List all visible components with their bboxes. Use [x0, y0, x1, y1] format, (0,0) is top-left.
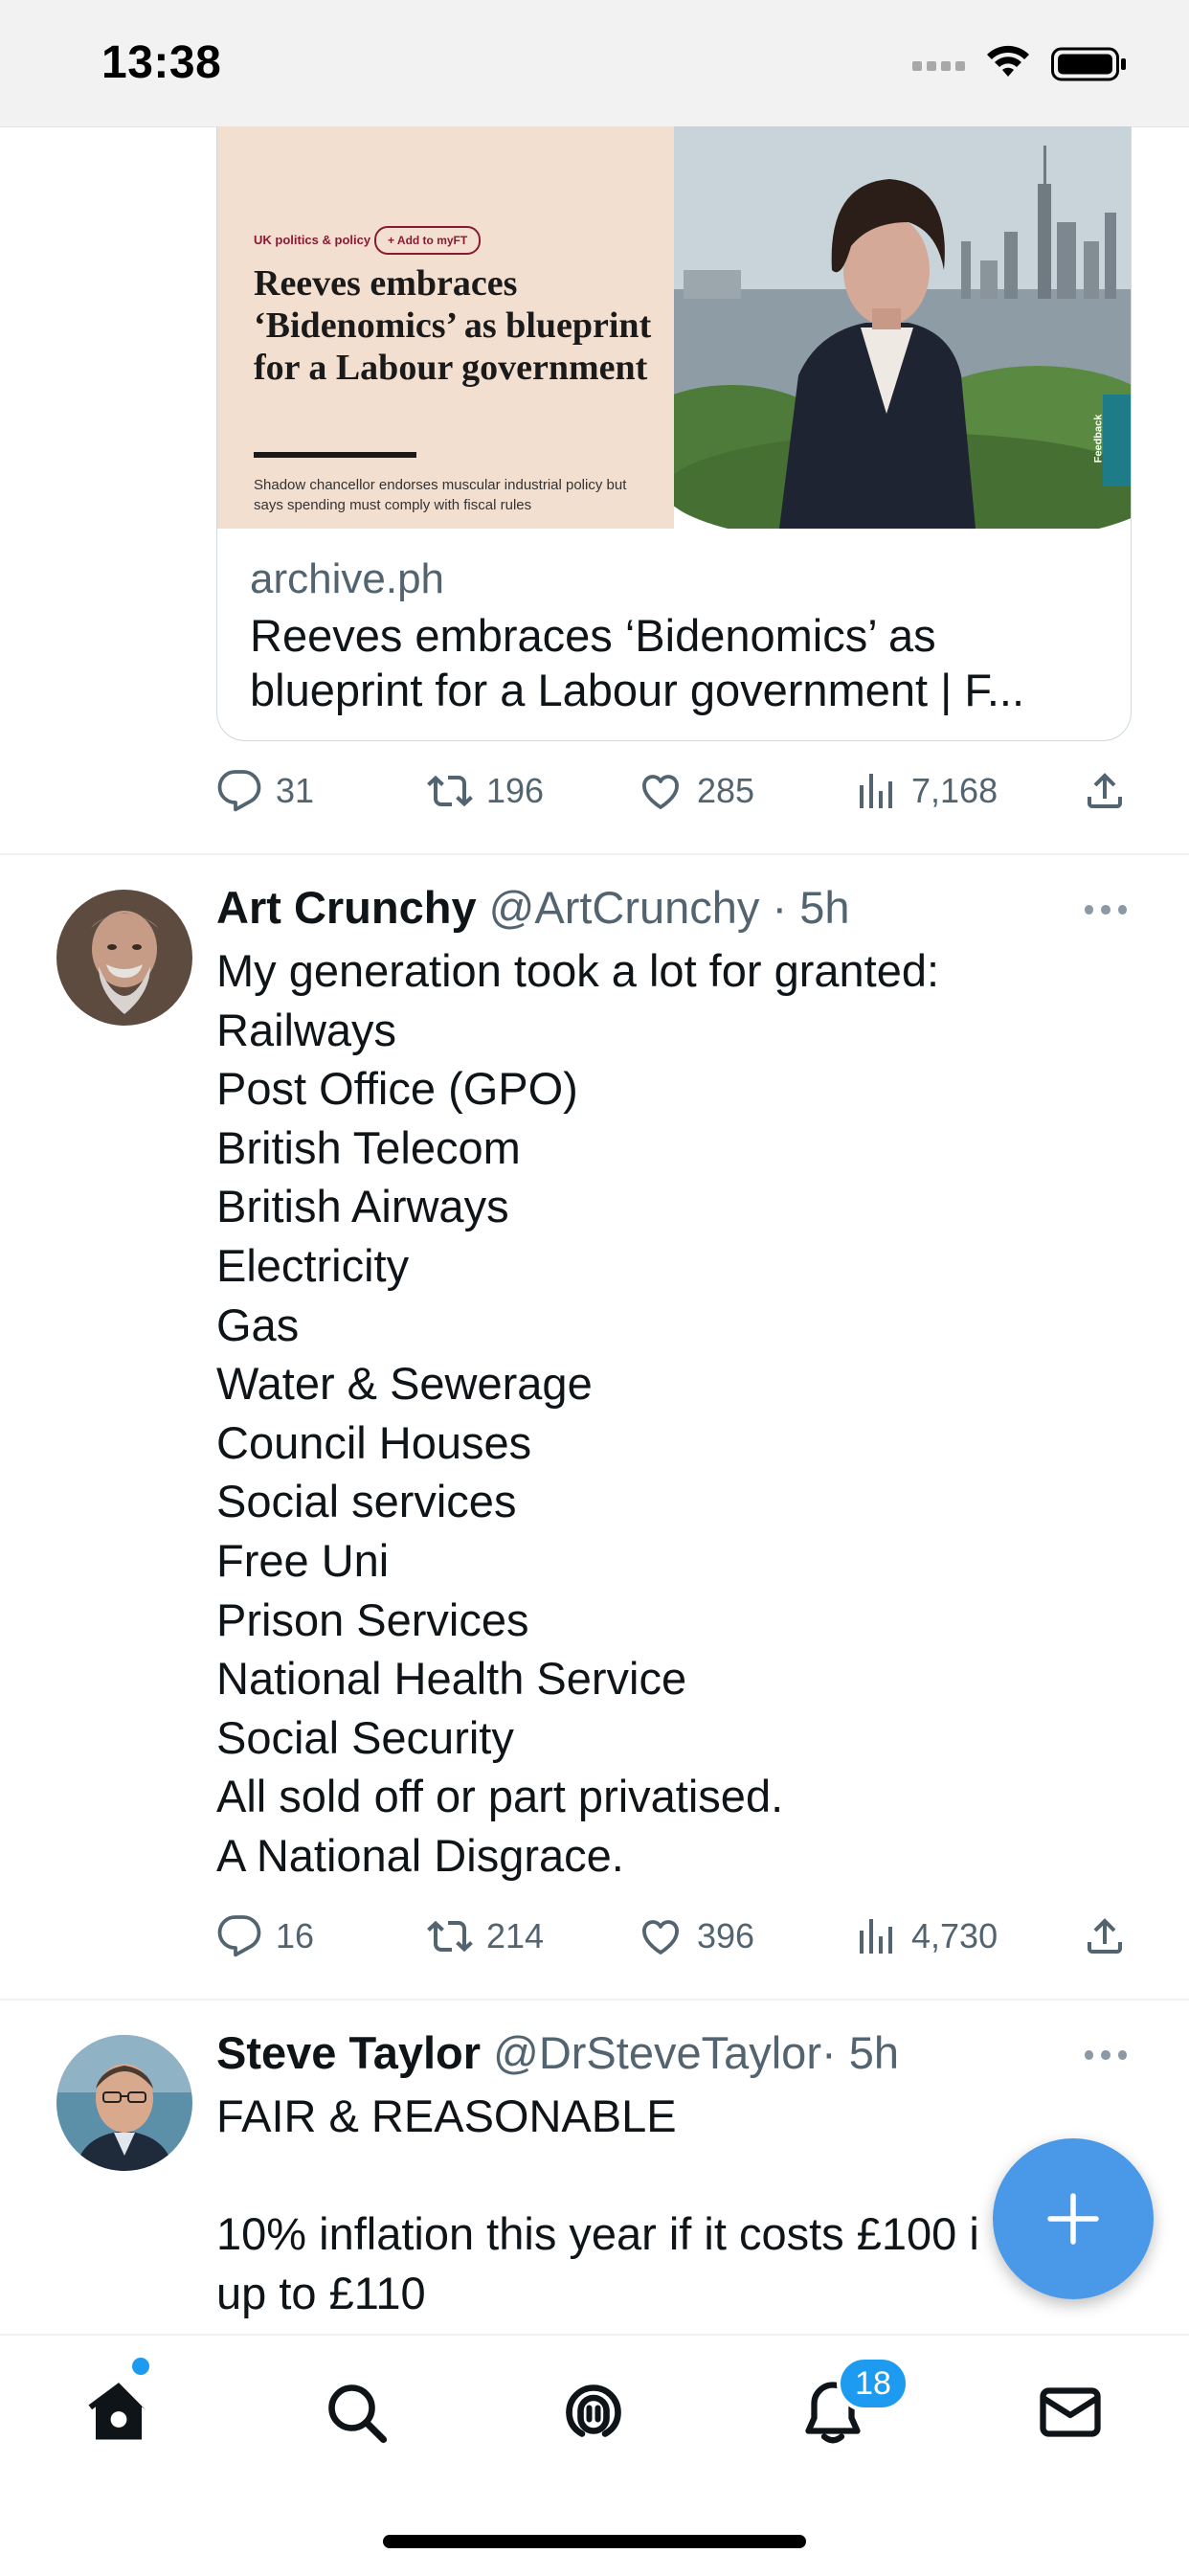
search-icon — [328, 2384, 388, 2444]
tweet-text: My generation took a lot for granted: Ra… — [216, 945, 940, 1881]
like-button[interactable]: 396 — [638, 1908, 754, 1965]
tweet-divider — [0, 853, 1189, 855]
heart-icon — [642, 1920, 679, 1955]
article-photo — [674, 126, 1131, 529]
reply-icon — [217, 770, 261, 812]
wifi-icon — [987, 45, 1029, 77]
tweet-header: Art Crunchy @ArtCrunchy · 5h — [216, 881, 850, 934]
reply-icon — [217, 1915, 261, 1957]
view-count: 7,168 — [911, 771, 998, 810]
status-bar: 13:38 — [0, 0, 1189, 127]
heart-icon — [642, 775, 679, 809]
retweet-icon — [427, 1920, 473, 1953]
reply-count: 16 — [276, 1916, 315, 1955]
tab-home[interactable] — [80, 2374, 157, 2451]
retweet-icon — [427, 775, 473, 807]
messages-icon — [1040, 2387, 1101, 2437]
analytics-icon — [860, 1919, 892, 1954]
like-count: 396 — [697, 1916, 755, 1955]
retweet-button[interactable]: 214 — [427, 1908, 544, 1965]
more-icon[interactable] — [1085, 905, 1127, 916]
spaces-icon — [566, 2384, 621, 2437]
reply-button[interactable]: 31 — [216, 762, 314, 820]
compose-button[interactable] — [993, 2138, 1154, 2299]
battery-icon — [1051, 47, 1126, 81]
share-button[interactable] — [1082, 762, 1141, 820]
author-handle[interactable]: @ArtCrunchy — [489, 882, 760, 933]
article-preview-panel: UK politics & policy + Add to myFT Reeve… — [217, 126, 674, 529]
notifications-badge: 18 — [837, 2356, 909, 2411]
tweet-actions: 31 196 285 7,168 — [216, 762, 1130, 820]
link-card[interactable]: UK politics & policy + Add to myFT Reeve… — [216, 126, 1132, 741]
tab-search[interactable] — [318, 2374, 394, 2451]
retweet-count: 196 — [486, 771, 545, 810]
avatar[interactable] — [56, 890, 192, 1026]
avatar[interactable] — [56, 2035, 192, 2171]
share-icon — [1088, 1918, 1122, 1954]
tweet-actions: 16 214 396 4,730 — [216, 1908, 1130, 1965]
views-button[interactable]: 4,730 — [852, 1908, 998, 1965]
signal-icon — [912, 61, 968, 73]
tweet-time: 5h — [799, 882, 850, 933]
add-to-myft-button: + Add to myFT — [374, 226, 482, 255]
like-count: 285 — [697, 771, 755, 810]
avatar-image — [56, 2035, 192, 2171]
more-icon[interactable] — [1085, 2050, 1127, 2062]
home-unread-dot — [132, 2358, 149, 2375]
share-icon — [1088, 773, 1122, 808]
article-topic: UK politics & policy — [254, 233, 371, 247]
separator-dot: · — [772, 882, 788, 933]
link-title: Reeves embraces ‘Bidenomics’ as blueprin… — [250, 610, 1025, 715]
status-time: 13:38 — [101, 37, 222, 88]
share-button[interactable] — [1082, 1908, 1141, 1965]
retweet-count: 214 — [486, 1916, 545, 1955]
reply-button[interactable]: 16 — [216, 1908, 314, 1965]
tab-messages[interactable] — [1032, 2374, 1109, 2451]
reply-count: 31 — [276, 771, 315, 810]
tweet-header: Steve Taylor @DrSteveTaylor· 5h — [216, 2026, 899, 2079]
feedback-tab: Feedback — [1092, 395, 1131, 486]
view-count: 4,730 — [911, 1916, 998, 1955]
like-button[interactable]: 285 — [638, 762, 754, 820]
tweet-time: 5h — [848, 2027, 899, 2078]
views-button[interactable]: 7,168 — [852, 762, 998, 820]
article-headline: Reeves embraces ‘Bidenomics’ as blueprin… — [254, 263, 652, 388]
article-standfirst: Shadow chancellor endorses muscular indu… — [254, 477, 627, 513]
home-indicator[interactable] — [383, 2535, 806, 2548]
retweet-button[interactable]: 196 — [427, 762, 544, 820]
analytics-icon — [860, 774, 892, 808]
author-name[interactable]: Art Crunchy — [216, 882, 477, 933]
plus-icon — [1047, 2193, 1099, 2245]
headline-rule — [254, 452, 416, 458]
tab-spaces[interactable] — [555, 2374, 632, 2451]
separator-dot: · — [820, 2027, 837, 2078]
link-domain: archive.ph — [250, 555, 445, 602]
author-name[interactable]: Steve Taylor — [216, 2027, 481, 2078]
author-handle[interactable]: @DrSteveTaylor — [493, 2027, 821, 2078]
tweet-divider — [0, 1999, 1189, 2000]
home-icon — [88, 2383, 146, 2440]
avatar-image — [56, 890, 192, 1026]
